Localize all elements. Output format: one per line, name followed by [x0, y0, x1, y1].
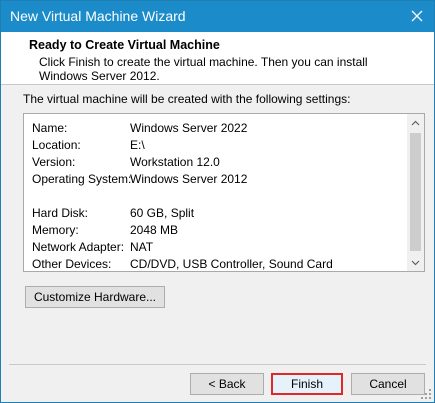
- wizard-header: Ready to Create Virtual Machine Click Fi…: [1, 32, 434, 85]
- title-bar[interactable]: New Virtual Machine Wizard: [1, 1, 434, 32]
- page-description: Click Finish to create the virtual machi…: [39, 55, 368, 83]
- cancel-button[interactable]: Cancel: [351, 373, 425, 395]
- scroll-up-button[interactable]: [407, 114, 424, 131]
- setting-label: Operating System:: [32, 172, 132, 186]
- close-button[interactable]: [406, 5, 428, 27]
- page-title: Ready to Create Virtual Machine: [29, 38, 220, 52]
- footer-divider: [9, 364, 426, 365]
- wizard-window: New Virtual Machine Wizard Ready to Crea…: [0, 0, 435, 403]
- setting-value: Windows Server 2022: [130, 121, 248, 135]
- setting-value: 60 GB, Split: [130, 206, 195, 220]
- setting-value: Workstation 12.0: [130, 155, 220, 169]
- settings-summary-box: Name: Windows Server 2022 Location: E:\ …: [23, 113, 425, 272]
- setting-value: 2048 MB: [130, 223, 179, 237]
- setting-value: CD/DVD, USB Controller, Sound Card: [130, 257, 333, 271]
- settings-row: Location: E:\: [32, 137, 333, 154]
- settings-row: Name: Windows Server 2022: [32, 120, 333, 137]
- setting-label: Other Devices:: [32, 257, 112, 271]
- intro-text: The virtual machine will be created with…: [23, 92, 351, 106]
- settings-row: Hard Disk: 60 GB, Split: [32, 205, 333, 222]
- back-button[interactable]: < Back: [190, 373, 264, 395]
- window-title: New Virtual Machine Wizard: [10, 8, 186, 24]
- finish-button[interactable]: Finish: [271, 373, 343, 395]
- close-icon: [411, 10, 423, 22]
- scrollbar-thumb[interactable]: [410, 133, 421, 251]
- vertical-scrollbar[interactable]: [407, 114, 424, 271]
- setting-value: Windows Server 2012: [130, 172, 248, 186]
- customize-hardware-button[interactable]: Customize Hardware...: [25, 286, 165, 308]
- setting-value: E:\: [130, 138, 145, 152]
- chevron-up-icon: [411, 120, 420, 125]
- setting-label: Version:: [32, 155, 76, 169]
- settings-row: Operating System: Windows Server 2012: [32, 171, 333, 188]
- setting-value: NAT: [130, 240, 154, 254]
- setting-label: Location:: [32, 138, 81, 152]
- setting-label: Memory:: [32, 223, 79, 237]
- scroll-down-button[interactable]: [407, 254, 424, 271]
- settings-row: Other Devices: CD/DVD, USB Controller, S…: [32, 256, 333, 271]
- settings-row: Version: Workstation 12.0: [32, 154, 333, 171]
- settings-row: Memory: 2048 MB: [32, 222, 333, 239]
- chevron-down-icon: [411, 260, 420, 265]
- setting-label: Hard Disk:: [32, 206, 89, 220]
- resize-grip-icon[interactable]: [421, 389, 431, 399]
- setting-label: Network Adapter:: [32, 240, 125, 254]
- setting-label: Name:: [32, 121, 68, 135]
- settings-row: Network Adapter: NAT: [32, 239, 333, 256]
